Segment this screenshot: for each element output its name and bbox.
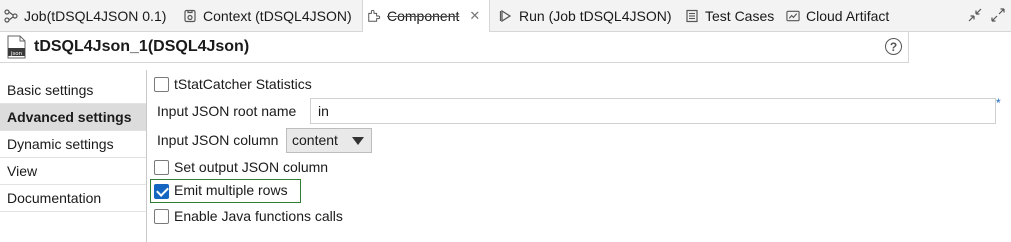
minimize-icon[interactable] [965, 5, 985, 25]
component-icon [367, 9, 381, 23]
side-tab-advanced-settings[interactable]: Advanced settings [0, 104, 146, 131]
set-output-json-label: Set output JSON column [174, 159, 329, 175]
dsql4json-component-icon: json [5, 35, 27, 59]
tab-context-label: Context (tDSQL4JSON) [203, 7, 352, 24]
test-cases-icon [685, 9, 699, 23]
close-icon[interactable]: ✕ [469, 8, 480, 24]
run-icon [499, 9, 513, 23]
tab-job[interactable]: Job(tDSQL4JSON 0.1) [4, 0, 166, 31]
tab-run-label: Run (Job tDSQL4JSON) [519, 7, 672, 24]
emit-multiple-rows-checkbox[interactable] [154, 184, 169, 199]
svg-text:json: json [10, 51, 23, 57]
java-functions-label: Enable Java functions calls [174, 208, 343, 224]
json-root-name-input[interactable] [310, 98, 996, 124]
side-tab-dynamic-settings[interactable]: Dynamic settings [0, 131, 146, 158]
side-divider [146, 70, 147, 242]
tab-test-cases[interactable]: Test Cases [685, 0, 774, 31]
json-root-name-label: Input JSON root name [157, 103, 297, 119]
tstatcatcher-checkbox[interactable] [154, 77, 169, 92]
tab-cloud-artifact-label: Cloud Artifact [806, 7, 890, 24]
java-functions-checkbox[interactable] [154, 209, 169, 224]
json-column-value: content [292, 132, 338, 148]
tab-cloud-artifact[interactable]: Cloud Artifact [786, 0, 889, 31]
json-column-select[interactable]: content [286, 128, 372, 153]
json-column-label: Input JSON column [157, 132, 279, 148]
set-output-json-checkbox[interactable] [154, 160, 169, 175]
context-icon [183, 9, 197, 23]
emit-multiple-rows-label: Emit multiple rows [174, 182, 288, 198]
help-icon[interactable]: ? [885, 38, 902, 55]
tab-context[interactable]: Context (tDSQL4JSON) [183, 0, 352, 31]
tab-component[interactable]: Component ✕ [362, 0, 490, 32]
side-tab-view[interactable]: View [0, 158, 146, 185]
tab-test-cases-label: Test Cases [705, 7, 775, 24]
maximize-icon[interactable] [988, 5, 1008, 25]
component-title: tDSQL4Json_1(DSQL4Json) [34, 38, 250, 55]
required-marker: * [996, 96, 1001, 110]
dropdown-arrow-icon [352, 137, 364, 145]
component-header: json tDSQL4Json_1(DSQL4Json) ? [0, 32, 909, 63]
tab-component-label: Component [387, 8, 460, 24]
side-tab-documentation[interactable]: Documentation [0, 185, 146, 212]
job-icon [4, 8, 18, 23]
tab-run[interactable]: Run (Job tDSQL4JSON) [499, 0, 672, 31]
tab-job-label: Job(tDSQL4JSON 0.1) [24, 7, 167, 24]
cloud-artifact-icon [786, 9, 800, 23]
side-tab-basic-settings[interactable]: Basic settings [0, 77, 146, 104]
settings-side-tabs: Basic settings Advanced settings Dynamic… [0, 77, 147, 242]
tstatcatcher-label: tStatCatcher Statistics [174, 76, 312, 92]
editor-tab-bar: Job(tDSQL4JSON 0.1) Context (tDSQL4JSON)… [0, 0, 1011, 32]
